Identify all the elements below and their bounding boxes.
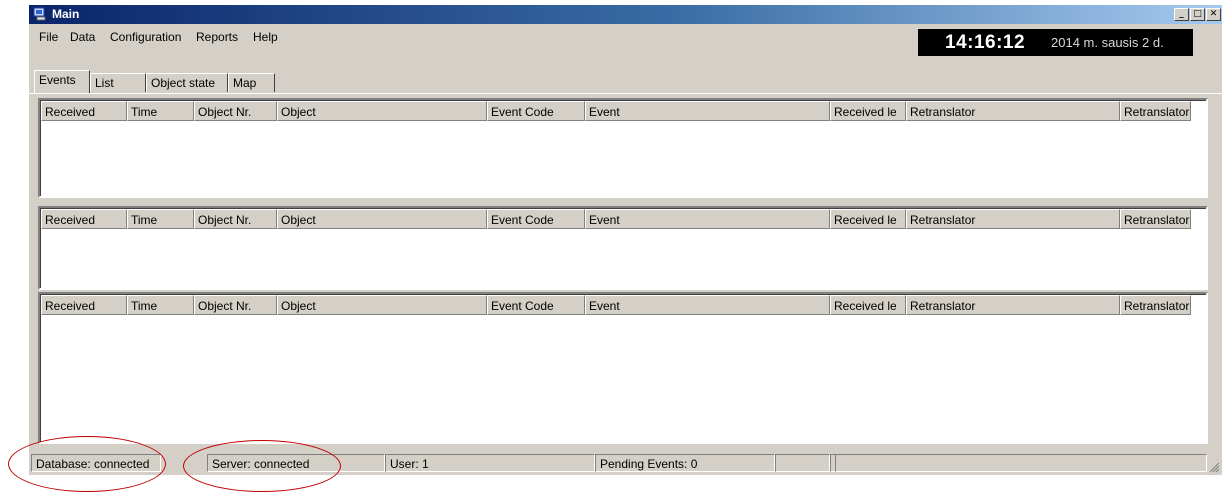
tab-events[interactable]: Events xyxy=(34,70,90,93)
column-header[interactable]: Received xyxy=(41,101,127,121)
column-header[interactable]: Event xyxy=(585,101,830,121)
column-header[interactable]: Event xyxy=(585,209,830,229)
column-header[interactable]: Time xyxy=(127,101,194,121)
column-header[interactable]: Object xyxy=(277,209,487,229)
menu-configuration[interactable]: Configuration xyxy=(110,30,181,44)
tab-label: List xyxy=(95,76,114,90)
column-header[interactable]: Event Code xyxy=(487,209,585,229)
column-header[interactable]: Event xyxy=(585,295,830,315)
column-header[interactable]: Received le xyxy=(830,209,906,229)
annotation-oval-database xyxy=(8,436,166,492)
resize-grip-icon[interactable] xyxy=(1208,461,1220,473)
minimize-button[interactable]: _ xyxy=(1174,8,1189,21)
column-header[interactable]: Received xyxy=(41,209,127,229)
clock-time: 14:16:12 xyxy=(945,32,1026,53)
column-header[interactable]: Retranslator xyxy=(906,295,1120,315)
column-header[interactable]: Time xyxy=(127,295,194,315)
events-grid-2[interactable]: Received Time Object Nr. Object Event Code Ev… xyxy=(38,206,1208,290)
tab-object-state[interactable]: Object state xyxy=(146,73,228,92)
menu-reports[interactable]: Reports xyxy=(196,30,238,44)
menu-help[interactable]: Help xyxy=(253,30,278,44)
maximize-button[interactable]: □ xyxy=(1190,8,1205,21)
tab-baseline xyxy=(29,93,1222,94)
column-header[interactable]: Retranslator xyxy=(906,209,1120,229)
column-header[interactable]: Object Nr. xyxy=(194,101,277,121)
tab-label: Map xyxy=(233,76,257,90)
column-header[interactable]: Received le xyxy=(830,101,906,121)
tab-map[interactable]: Map xyxy=(228,73,275,92)
status-empty-3 xyxy=(835,454,1207,472)
column-header[interactable]: Object Nr. xyxy=(194,295,277,315)
monitor-app-icon xyxy=(33,7,46,21)
menu-file[interactable]: File xyxy=(39,30,58,44)
column-header[interactable]: Time xyxy=(127,209,194,229)
column-header[interactable]: Retranslator xyxy=(1120,101,1191,121)
status-user: User: 1 xyxy=(385,454,595,472)
grid-body: Received Time Object Nr. Object Event Code Ev… xyxy=(40,208,1206,288)
grid-header: Received Time Object Nr. Object Event Code Ev… xyxy=(41,295,1206,315)
column-header[interactable]: Received xyxy=(41,295,127,315)
grid-header: Received Time Object Nr. Object Event Code Ev… xyxy=(41,209,1206,229)
status-pending-events: Pending Events: 0 xyxy=(595,454,775,472)
menu-data[interactable]: Data xyxy=(70,30,95,44)
column-header[interactable]: Object xyxy=(277,295,487,315)
tab-label: Events xyxy=(39,73,76,87)
grid-body: Received Time Object Nr. Object Event Code Ev… xyxy=(40,100,1206,196)
tab-strip: Events List Object state Map xyxy=(29,69,1222,94)
column-header[interactable]: Event Code xyxy=(487,101,585,121)
title-bar[interactable]: Main _ □ ✕ xyxy=(29,5,1222,24)
column-header[interactable]: Retranslator xyxy=(906,101,1120,121)
grid-header: Received Time Object Nr. Object Event Code Ev… xyxy=(41,101,1206,121)
events-grid-1[interactable]: Received Time Object Nr. Object Event Code Ev… xyxy=(38,98,1208,198)
events-grid-3[interactable]: Received Time Object Nr. Object Event Code Ev… xyxy=(38,292,1208,444)
window-title: Main xyxy=(52,7,80,21)
annotation-oval-server xyxy=(183,440,341,492)
column-header[interactable]: Object xyxy=(277,101,487,121)
status-empty-1 xyxy=(775,454,830,472)
column-header[interactable]: Retranslator xyxy=(1120,209,1191,229)
clock-date: 2014 m. sausis 2 d. xyxy=(1051,35,1164,50)
column-header[interactable]: Received le xyxy=(830,295,906,315)
tab-label: Object state xyxy=(151,76,216,90)
tab-list[interactable]: List xyxy=(90,73,146,92)
column-header[interactable]: Object Nr. xyxy=(194,209,277,229)
grid-body: Received Time Object Nr. Object Event Code Ev… xyxy=(40,294,1206,442)
clock-panel: 14:16:12 2014 m. sausis 2 d. xyxy=(918,29,1193,56)
close-button[interactable]: ✕ xyxy=(1206,8,1221,21)
column-header[interactable]: Retranslator xyxy=(1120,295,1191,315)
column-header[interactable]: Event Code xyxy=(487,295,585,315)
